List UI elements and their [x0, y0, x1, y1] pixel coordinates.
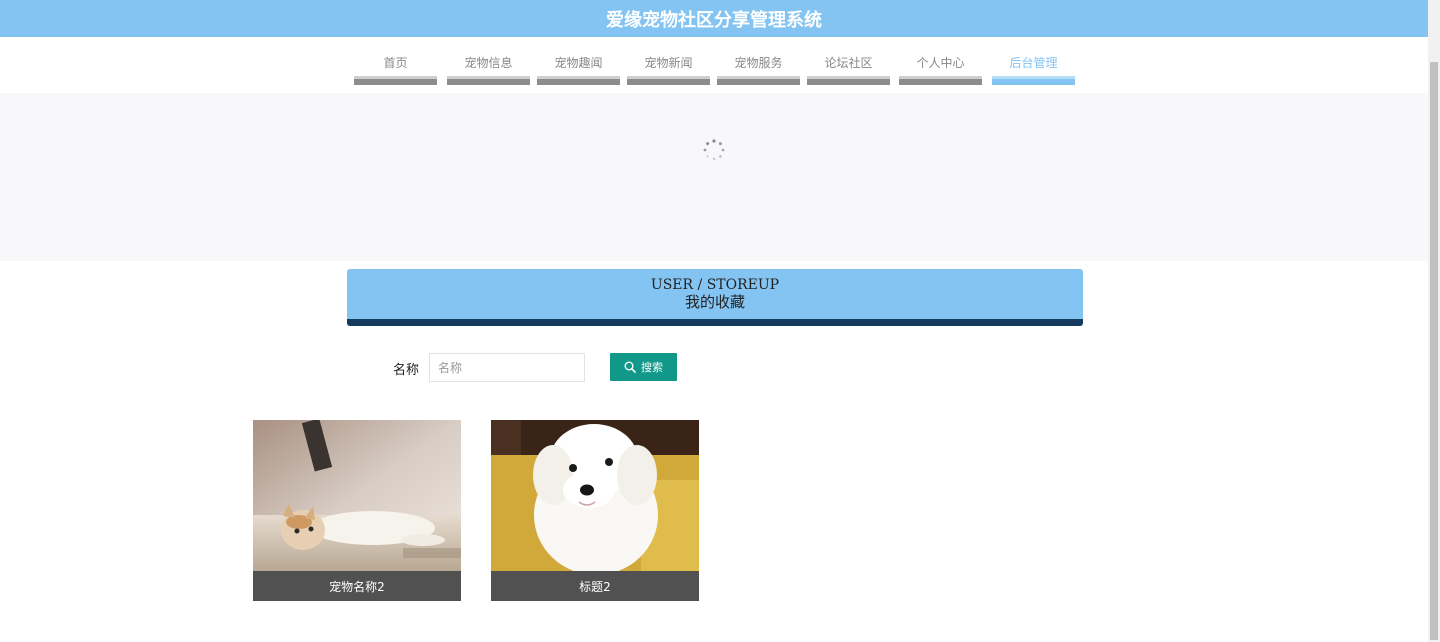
nav-item-home[interactable]: 首页	[354, 37, 437, 85]
nav-item-forum[interactable]: 论坛社区	[807, 37, 890, 85]
nav-item-admin[interactable]: 后台管理	[992, 37, 1075, 85]
nav-underline	[627, 76, 710, 85]
nav-label: 宠物新闻	[644, 56, 693, 70]
dog-photo-image	[491, 420, 699, 571]
nav-underline	[992, 76, 1075, 85]
nav-label: 宠物趣闻	[554, 56, 603, 70]
nav-underline	[447, 76, 530, 85]
scrollbar-thumb[interactable]	[1430, 62, 1438, 640]
nav-label: 个人中心	[916, 56, 965, 70]
nav-underline	[807, 76, 890, 85]
banner-carousel	[0, 93, 1428, 261]
search-input[interactable]	[429, 353, 585, 382]
nav-item-personal-center[interactable]: 个人中心	[899, 37, 982, 85]
nav-underline	[899, 76, 982, 85]
favorite-card[interactable]: 标题2	[491, 420, 699, 601]
main-nav: 首页 宠物信息 宠物趣闻 宠物新闻 宠物服务 论坛社区 个人中心 后台管理	[0, 37, 1428, 93]
cat-photo-image	[253, 420, 461, 571]
search-button[interactable]: 搜索	[610, 353, 677, 381]
nav-underline	[717, 76, 800, 85]
search-icon	[624, 361, 636, 373]
page-scrollbar[interactable]	[1428, 0, 1440, 642]
nav-label: 首页	[383, 56, 408, 70]
nav-item-pet-info[interactable]: 宠物信息	[447, 37, 530, 85]
loading-spinner-icon	[703, 139, 725, 161]
nav-item-pet-news[interactable]: 宠物新闻	[627, 37, 710, 85]
section-title-en: USER / STOREUP	[650, 277, 780, 293]
app-header: 爱缘宠物社区分享管理系统	[0, 0, 1428, 37]
card-caption: 宠物名称2	[253, 571, 461, 601]
nav-label: 宠物信息	[464, 56, 513, 70]
nav-underline	[354, 76, 437, 85]
search-button-label: 搜索	[641, 361, 663, 374]
nav-underline	[537, 76, 620, 85]
nav-item-pet-services[interactable]: 宠物服务	[717, 37, 800, 85]
card-caption: 标题2	[491, 571, 699, 601]
section-title-cn: 我的收藏	[684, 293, 745, 311]
section-title: USER / STOREUP 我的收藏	[347, 269, 1083, 326]
nav-label: 宠物服务	[734, 56, 783, 70]
section-title-underline	[347, 319, 1083, 326]
nav-label: 后台管理	[1009, 56, 1058, 70]
search-label: 名称	[393, 363, 420, 378]
nav-item-pet-anecdotes[interactable]: 宠物趣闻	[537, 37, 620, 85]
favorite-card[interactable]: 宠物名称2	[253, 420, 461, 601]
nav-label: 论坛社区	[824, 56, 873, 70]
app-title: 爱缘宠物社区分享管理系统	[606, 9, 822, 31]
